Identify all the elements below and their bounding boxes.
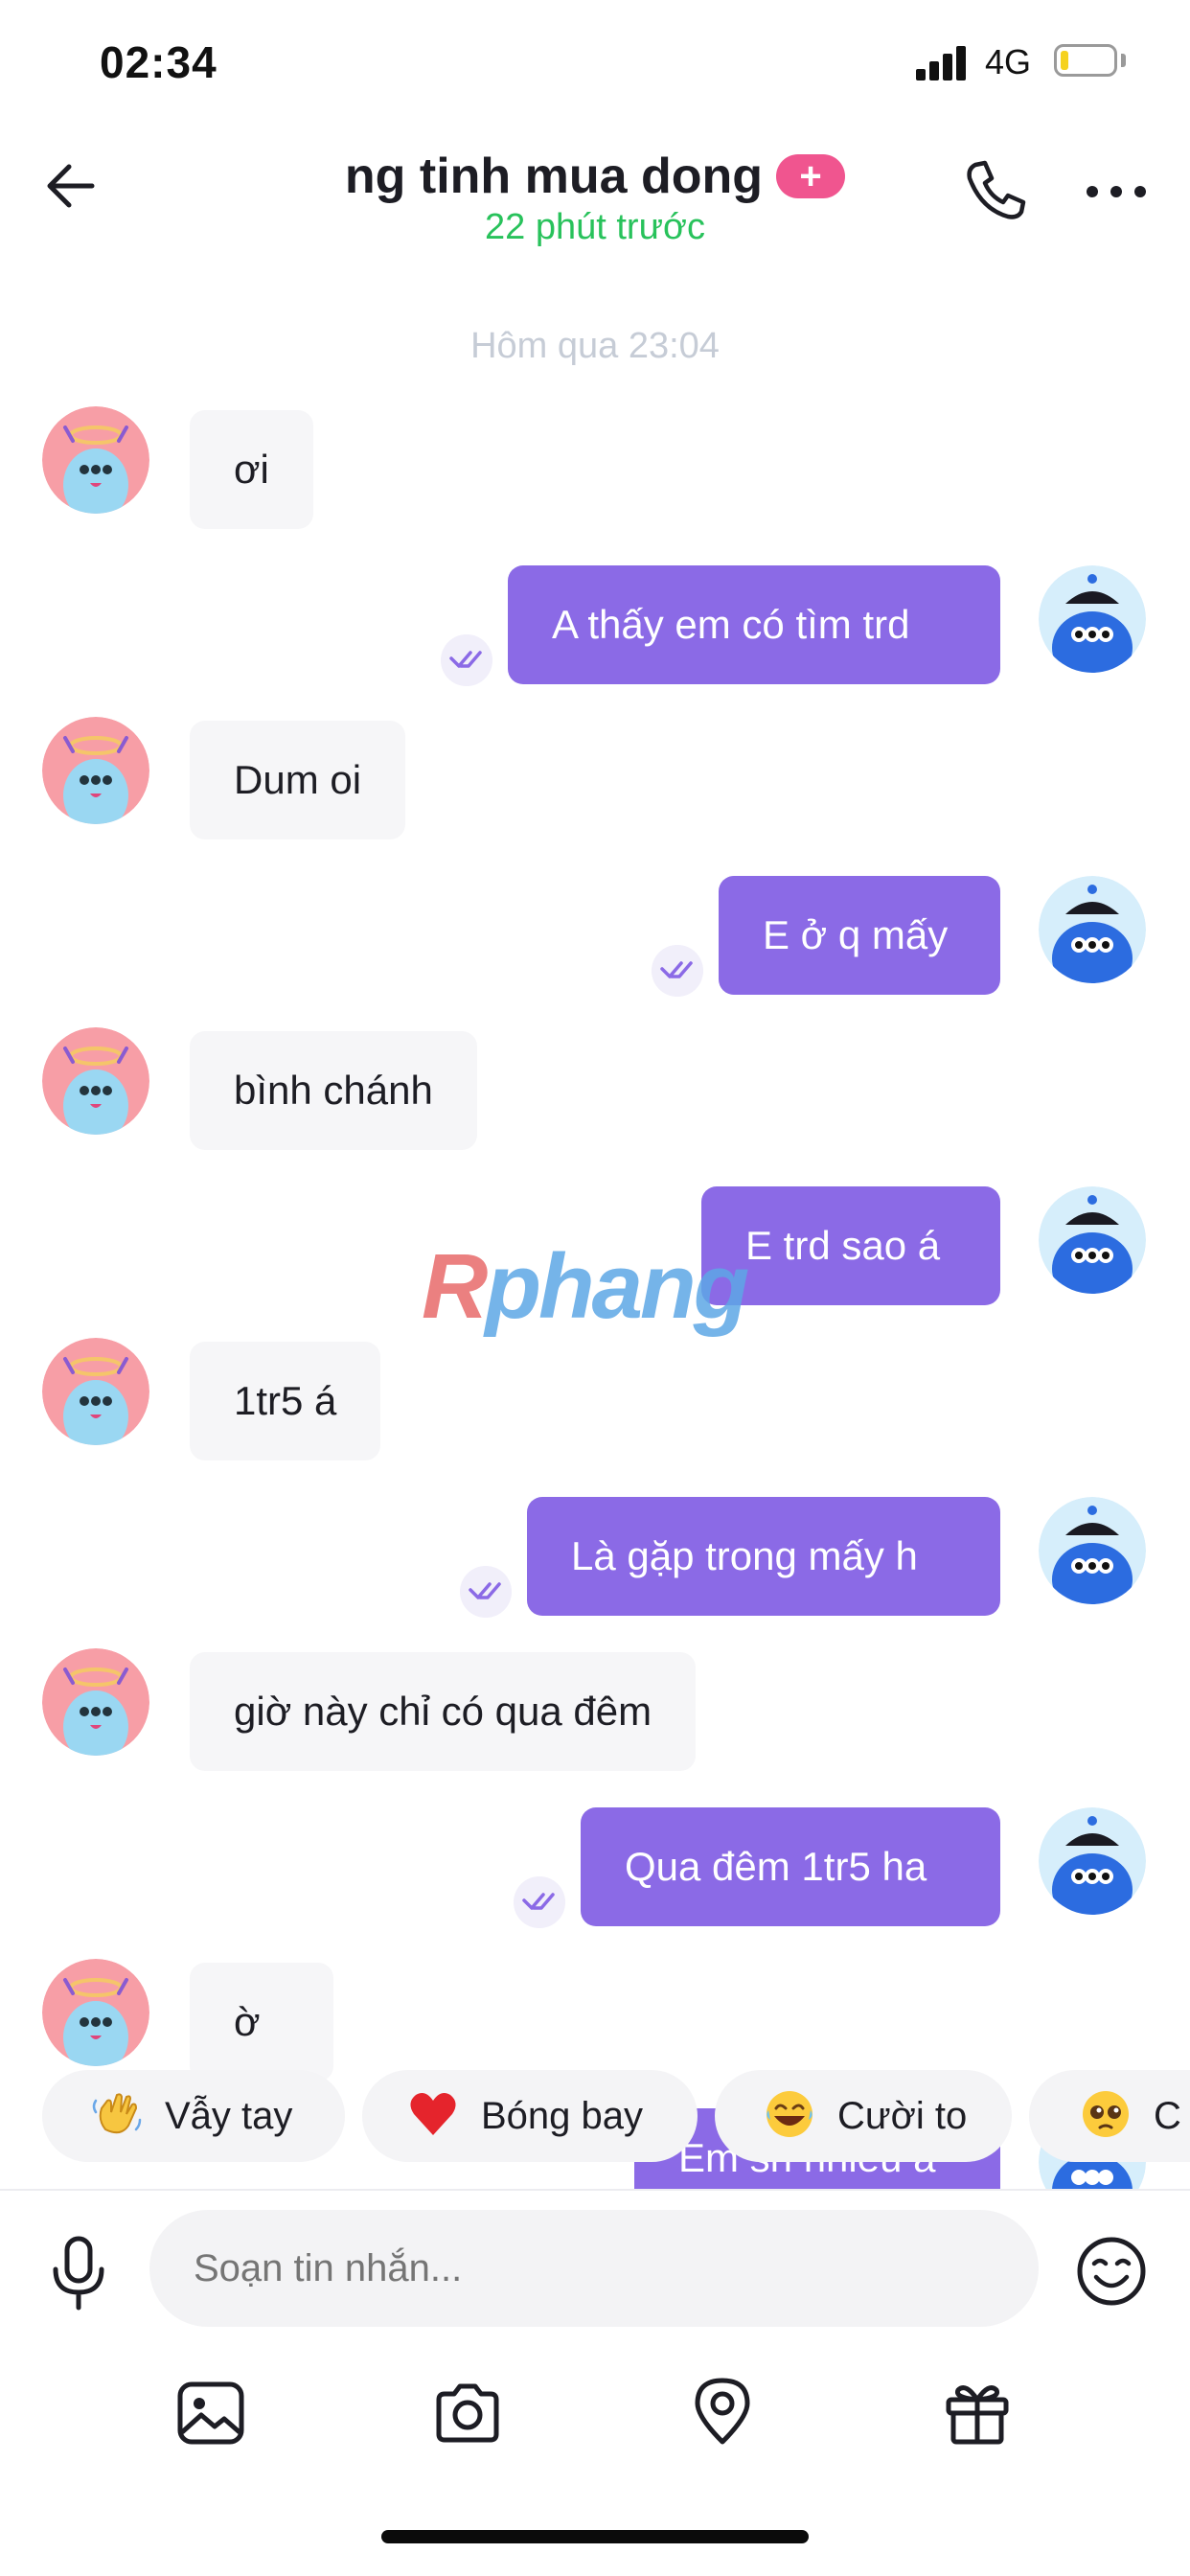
more-options-icon[interactable] bbox=[1083, 182, 1150, 201]
add-friend-badge[interactable]: + bbox=[776, 154, 846, 198]
status-time: 02:34 bbox=[100, 37, 217, 87]
contact-avatar[interactable] bbox=[42, 1959, 149, 2066]
reaction-label: Bóng bay bbox=[481, 2095, 644, 2137]
microphone-icon[interactable] bbox=[48, 2233, 109, 2313]
contact-avatar[interactable] bbox=[42, 1648, 149, 1756]
reaction-label: Cười to bbox=[837, 2095, 968, 2137]
composer-divider bbox=[0, 2189, 1190, 2191]
gallery-icon[interactable] bbox=[174, 2377, 247, 2450]
message-bubble-incoming[interactable]: giờ này chỉ có qua đêm bbox=[190, 1652, 697, 1771]
pleading-face-icon bbox=[1083, 2091, 1129, 2138]
reaction-chip-laugh[interactable]: Cười to bbox=[715, 2070, 1012, 2162]
watermark-logo: Rphang bbox=[422, 1235, 749, 1338]
message-bubble-incoming[interactable]: 1tr5 á bbox=[190, 1342, 381, 1460]
reaction-label: Vẫy tay bbox=[165, 2095, 293, 2137]
reaction-chip-wave[interactable]: Vẫy tay bbox=[42, 2070, 345, 2162]
reaction-chip-pleading[interactable]: C bbox=[1029, 2070, 1190, 2162]
emoji-picker-icon[interactable] bbox=[1075, 2235, 1148, 2308]
reaction-chip-heart[interactable]: Bóng bay bbox=[362, 2070, 698, 2162]
signal-icon bbox=[916, 46, 968, 80]
message-bubble-outgoing[interactable]: A thấy em có tìm trd bbox=[508, 565, 1000, 684]
battery-icon bbox=[1054, 44, 1117, 77]
my-avatar[interactable] bbox=[1039, 876, 1146, 983]
gift-icon[interactable] bbox=[941, 2377, 1014, 2450]
my-avatar[interactable] bbox=[1039, 1186, 1146, 1294]
read-receipt-icon bbox=[514, 1876, 565, 1928]
phone-call-icon[interactable] bbox=[962, 157, 1029, 224]
contact-name: ng tinh mua dong bbox=[344, 149, 764, 204]
quick-reactions-bar: Vẫy tay Bóng bay Cười to C bbox=[0, 2070, 1190, 2162]
home-indicator[interactable] bbox=[381, 2530, 809, 2543]
message-bubble-outgoing[interactable]: Qua đêm 1tr5 ha bbox=[581, 1807, 1000, 1926]
my-avatar[interactable] bbox=[1039, 565, 1146, 673]
message-bubble-outgoing[interactable]: E ở q mấy bbox=[719, 876, 1000, 995]
location-pin-icon[interactable] bbox=[686, 2375, 759, 2448]
message-input[interactable] bbox=[149, 2210, 1039, 2327]
message-bubble-incoming[interactable]: Dum oi bbox=[190, 721, 406, 840]
contact-avatar[interactable] bbox=[42, 717, 149, 824]
battery-cap bbox=[1121, 54, 1126, 67]
contact-avatar[interactable] bbox=[42, 406, 149, 514]
laughing-face-icon bbox=[767, 2091, 812, 2138]
contact-avatar[interactable] bbox=[42, 1338, 149, 1445]
heart-icon bbox=[410, 2093, 456, 2136]
message-bubble-incoming[interactable]: bình chánh bbox=[190, 1031, 477, 1150]
camera-icon[interactable] bbox=[431, 2377, 504, 2450]
network-type: 4G bbox=[985, 42, 1032, 81]
message-bubble-outgoing[interactable]: Là gặp trong mấy h bbox=[527, 1497, 1000, 1616]
message-bubble-incoming[interactable]: ơi bbox=[190, 410, 313, 529]
my-avatar[interactable] bbox=[1039, 1497, 1146, 1604]
read-receipt-icon bbox=[652, 945, 703, 997]
reaction-label: C bbox=[1154, 2095, 1181, 2137]
waving-hand-icon bbox=[92, 2093, 142, 2134]
contact-avatar[interactable] bbox=[42, 1027, 149, 1135]
read-receipt-icon bbox=[441, 634, 492, 686]
message-bubble-incoming[interactable]: ờ bbox=[190, 1963, 333, 2082]
read-receipt-icon bbox=[460, 1566, 512, 1618]
date-separator: Hôm qua 23:04 bbox=[470, 326, 720, 366]
my-avatar[interactable] bbox=[1039, 1807, 1146, 1915]
